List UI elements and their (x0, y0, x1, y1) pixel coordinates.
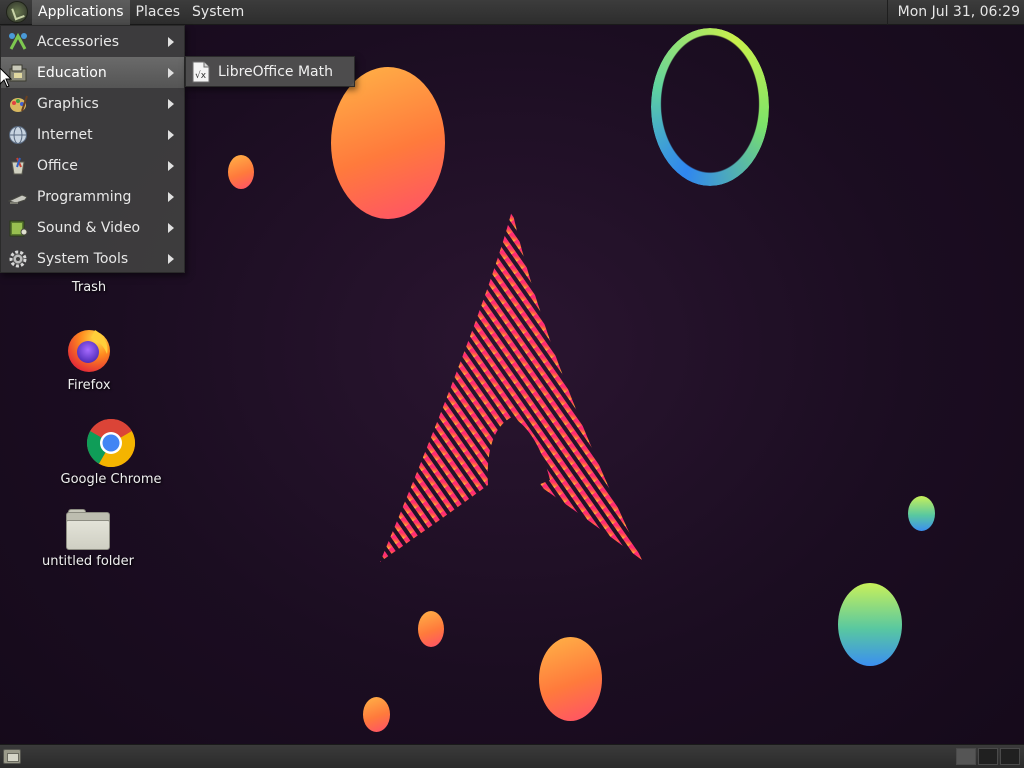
wallpaper-bubble (838, 583, 902, 666)
menu-item-system-tools[interactable]: System Tools (1, 243, 184, 274)
workspace-switcher[interactable] (956, 748, 1020, 765)
menu-item-graphics[interactable]: Graphics (1, 88, 184, 119)
distro-logo-icon[interactable] (6, 1, 28, 23)
menu-item-office[interactable]: Office (1, 150, 184, 181)
submenu-arrow-icon (168, 130, 174, 140)
office-icon (7, 155, 29, 177)
menu-item-sound-video[interactable]: Sound & Video (1, 212, 184, 243)
gear-icon (7, 248, 29, 270)
internet-icon (7, 124, 29, 146)
desktop-icon-label: Google Chrome (60, 472, 162, 487)
menu-item-label: Office (37, 157, 78, 174)
applications-dropdown: Accessories Education Graphics Internet … (0, 25, 185, 273)
desktop-icon-label: Trash (71, 280, 107, 295)
show-desktop-icon[interactable] (3, 749, 21, 764)
education-submenu: √x LibreOffice Math (185, 56, 355, 87)
desktop-icon-firefox[interactable]: Firefox (56, 326, 122, 393)
menu-item-label: Sound & Video (37, 219, 141, 236)
submenu-arrow-icon (168, 99, 174, 109)
desktop-icon-label: untitled folder (41, 554, 134, 569)
desktop-icon-trash[interactable]: Trash (60, 276, 118, 295)
places-menu[interactable]: Places (130, 0, 187, 25)
mouse-cursor-icon (0, 68, 12, 88)
svg-text:√x: √x (195, 70, 207, 81)
wallpaper-bubble (228, 155, 254, 189)
submenu-arrow-icon (168, 37, 174, 47)
menu-item-accessories[interactable]: Accessories (1, 26, 184, 57)
bottom-panel (0, 744, 1024, 768)
menu-item-label: Internet (37, 126, 93, 143)
accessories-icon (7, 31, 29, 53)
wallpaper-bubble (908, 496, 935, 531)
menu-item-label: Graphics (37, 95, 99, 112)
submenu-item-libreoffice-math[interactable]: √x LibreOffice Math (192, 61, 333, 83)
menu-item-label: Programming (37, 188, 132, 205)
libreoffice-math-icon: √x (192, 61, 210, 82)
menu-item-label: Education (37, 64, 107, 81)
desktop-icon-chrome[interactable]: Google Chrome (60, 418, 162, 487)
applications-menu[interactable]: Applications (32, 0, 130, 25)
top-panel: Applications Places System Mon Jul 31, 0… (0, 0, 1024, 25)
submenu-arrow-icon (168, 192, 174, 202)
firefox-icon (68, 330, 110, 372)
desktop-icon-untitled-folder[interactable]: untitled folder (40, 509, 136, 569)
clock[interactable]: Mon Jul 31, 06:29 (886, 0, 1020, 25)
submenu-item-label: LibreOffice Math (218, 63, 333, 80)
desktop-icon-label: Firefox (67, 378, 111, 393)
sound-video-icon (7, 217, 29, 239)
submenu-arrow-icon (168, 223, 174, 233)
menu-item-education[interactable]: Education (1, 57, 184, 88)
submenu-arrow-icon (168, 68, 174, 78)
wallpaper-bubble (539, 637, 602, 721)
workspace-3[interactable] (1000, 748, 1020, 765)
menu-item-label: System Tools (37, 250, 129, 267)
chrome-icon (86, 418, 136, 468)
wallpaper-bubble (363, 697, 390, 732)
workspace-1[interactable] (956, 748, 976, 765)
submenu-arrow-icon (168, 161, 174, 171)
arch-logo (380, 210, 642, 562)
wallpaper-ring (651, 28, 769, 186)
programming-icon (7, 186, 29, 208)
menu-item-label: Accessories (37, 33, 120, 50)
submenu-arrow-icon (168, 254, 174, 264)
workspace-2[interactable] (978, 748, 998, 765)
wallpaper-bubble (418, 611, 444, 647)
folder-icon (66, 509, 110, 550)
wallpaper-bubble (331, 67, 445, 219)
graphics-icon (7, 93, 29, 115)
system-menu[interactable]: System (186, 0, 250, 25)
menu-item-internet[interactable]: Internet (1, 119, 184, 150)
menu-item-programming[interactable]: Programming (1, 181, 184, 212)
